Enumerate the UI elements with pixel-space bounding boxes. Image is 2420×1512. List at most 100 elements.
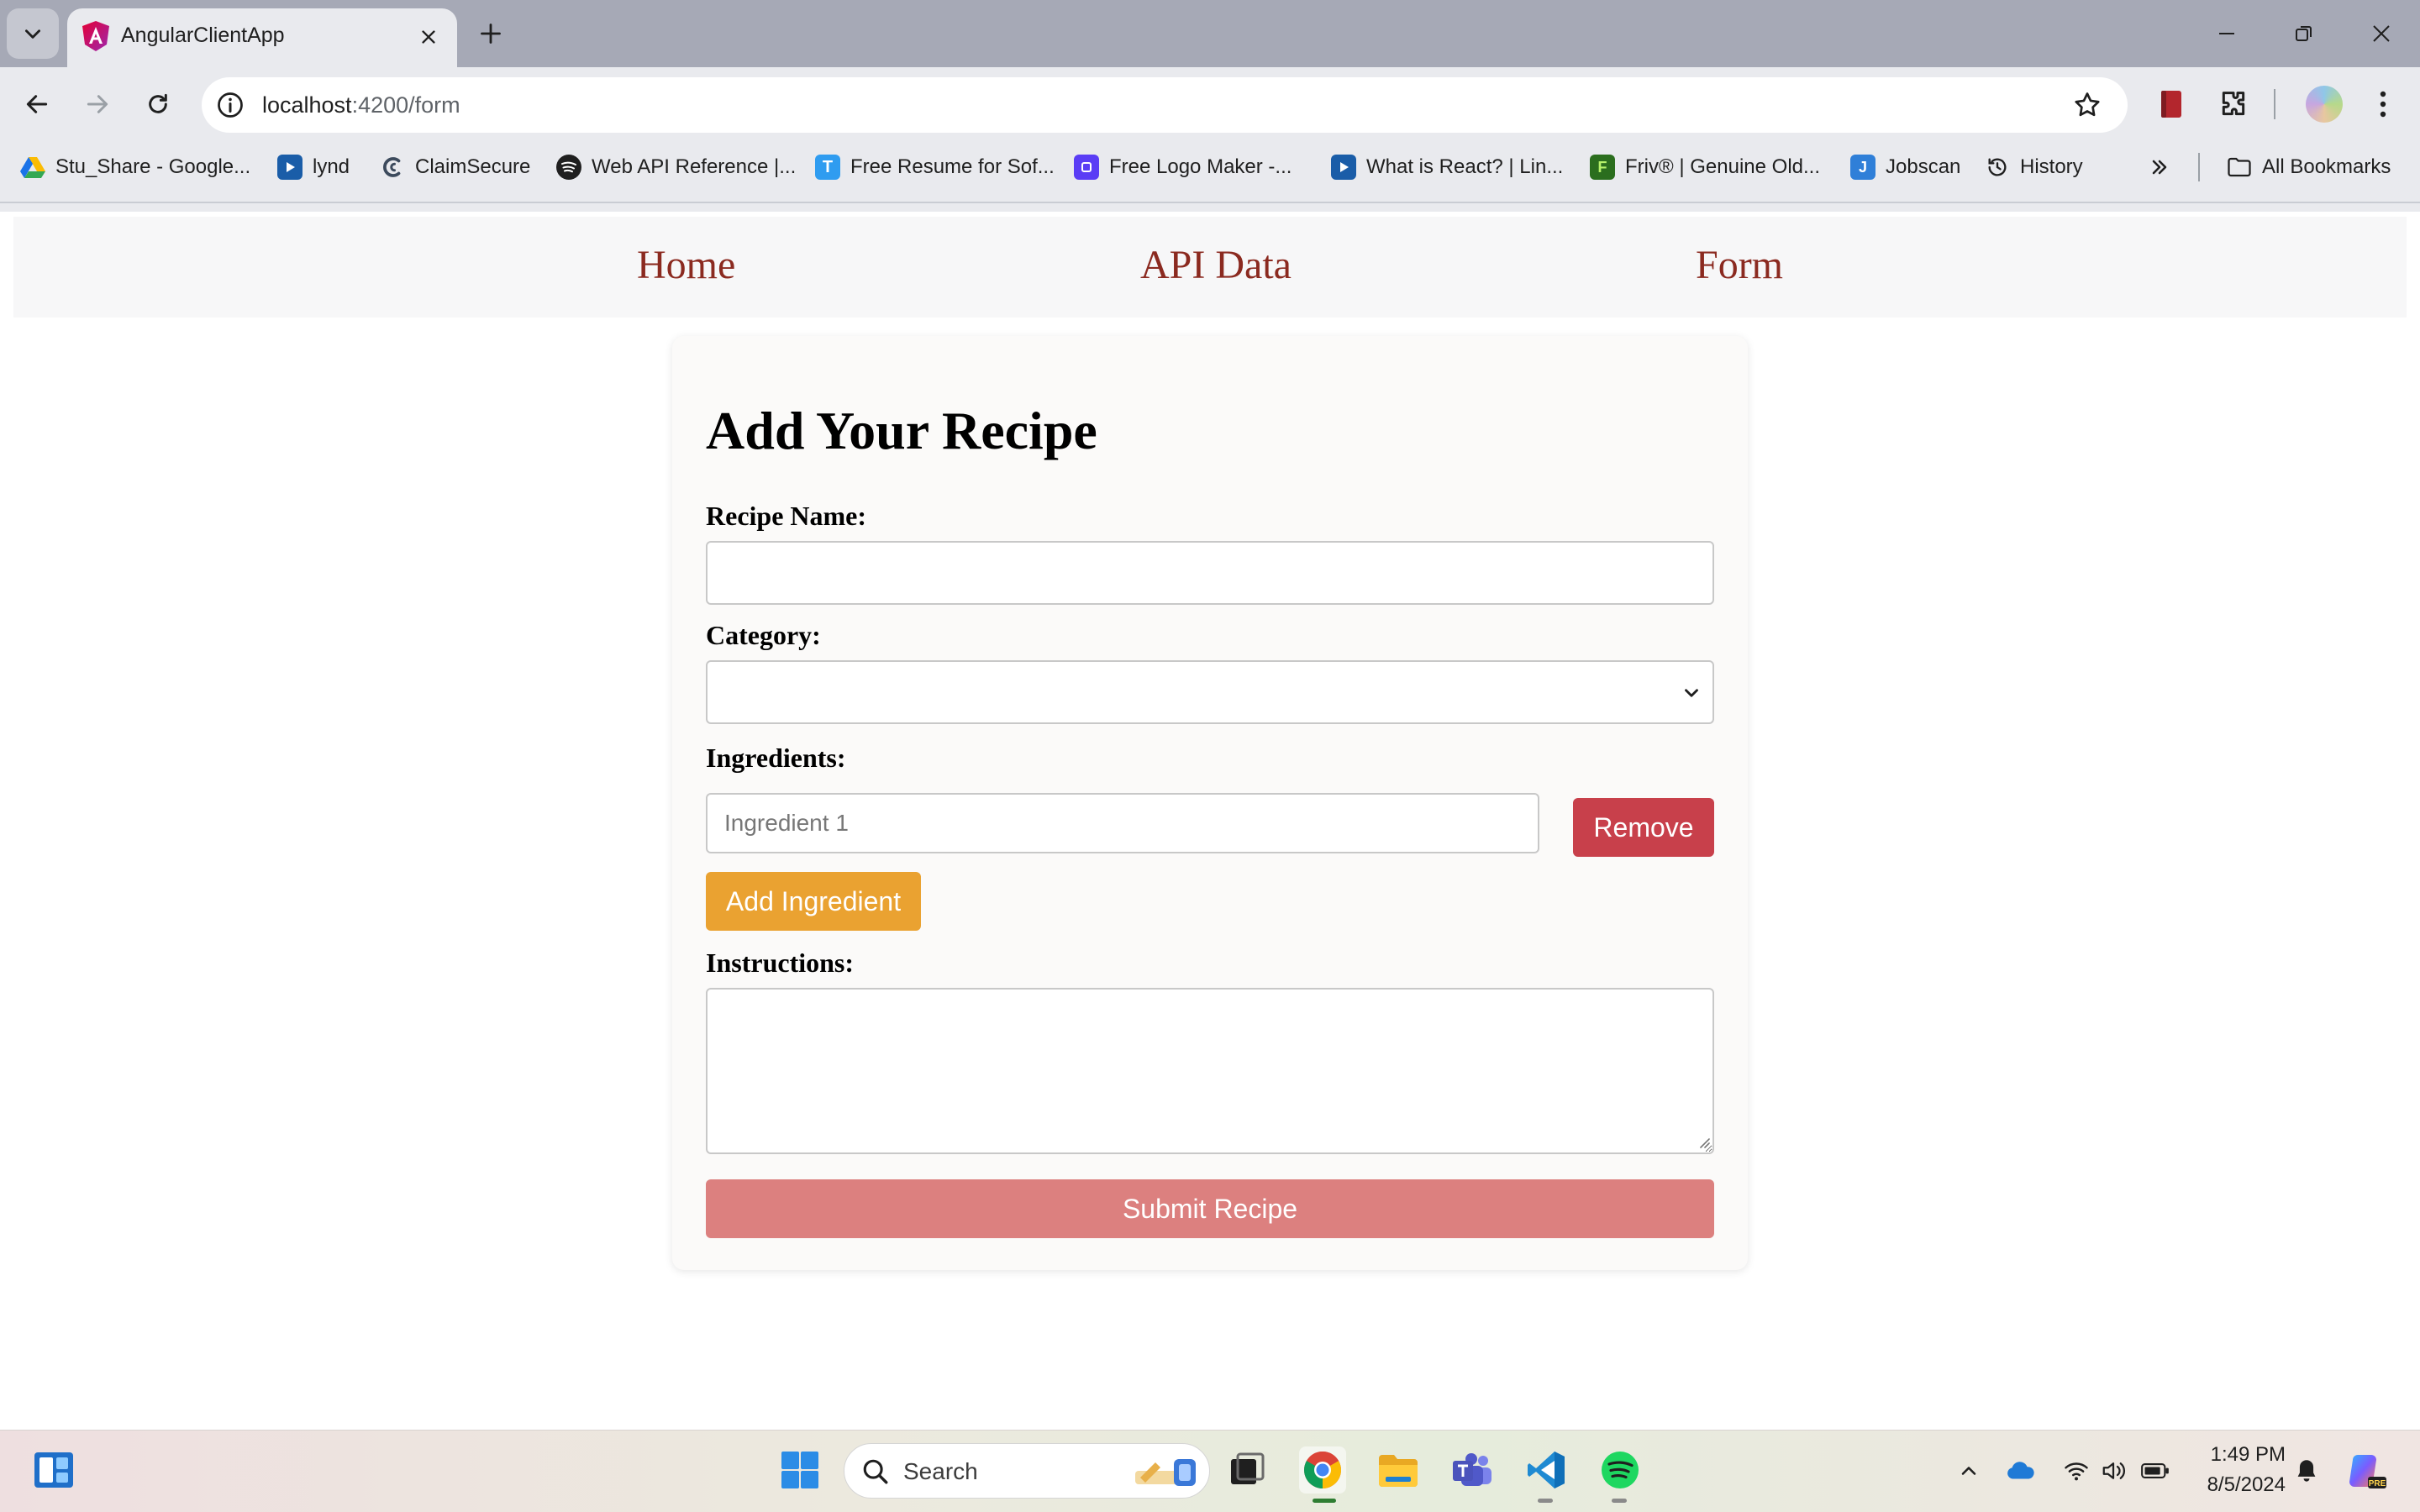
nav-link-form[interactable]: Form — [1696, 242, 1783, 288]
chevron-down-icon — [25, 29, 40, 39]
extension-book-icon[interactable] — [2156, 87, 2186, 121]
notification-bell-icon[interactable] — [2292, 1457, 2321, 1485]
submit-recipe-button[interactable]: Submit Recipe — [706, 1179, 1714, 1238]
file-explorer-icon[interactable] — [1375, 1446, 1422, 1494]
history-icon — [1985, 155, 2010, 180]
svg-text:PRE: PRE — [2369, 1479, 2386, 1488]
volume-icon[interactable] — [2099, 1457, 2128, 1485]
spotify-running-indicator — [1612, 1499, 1627, 1503]
instructions-label: Instructions: — [706, 948, 855, 978]
friv-icon: F — [1590, 155, 1615, 180]
taskbar-search-box[interactable]: Search — [844, 1443, 1210, 1499]
video-icon — [1331, 155, 1356, 180]
bookmark-free-resume[interactable]: T Free Resume for Sof... — [815, 148, 1055, 186]
bookmark-label: Web API Reference |... — [592, 155, 797, 178]
instructions-textarea[interactable] — [706, 988, 1714, 1154]
remove-ingredient-button[interactable]: Remove — [1573, 798, 1714, 857]
close-icon — [422, 30, 435, 44]
new-tab-button[interactable] — [474, 17, 508, 50]
form-title: Add Your Recipe — [706, 401, 1097, 460]
toolbar-divider — [2274, 89, 2275, 119]
bookmark-web-api-reference[interactable]: Web API Reference |... — [556, 148, 796, 186]
video-icon — [277, 155, 302, 180]
resize-grip-icon[interactable] — [1696, 1134, 1711, 1149]
wifi-icon[interactable] — [2062, 1457, 2091, 1485]
resume-icon: T — [815, 155, 840, 180]
windows-taskbar — [0, 1430, 2420, 1512]
task-view-icon[interactable] — [1223, 1446, 1270, 1494]
recipe-name-label: Recipe Name: — [706, 501, 867, 531]
plus-icon — [481, 24, 501, 44]
angular-icon — [82, 21, 109, 51]
bookmarks-bar: Stu_Share - Google... lynd ClaimSecure W… — [0, 148, 2420, 186]
tray-overflow-button[interactable] — [1954, 1457, 1983, 1485]
bookmark-what-is-react[interactable]: What is React? | Lin... — [1331, 148, 1563, 186]
nav-link-api-data[interactable]: API Data — [1140, 242, 1292, 288]
bookmark-label: ClaimSecure — [415, 155, 531, 178]
bookmark-claimsecure[interactable]: ClaimSecure — [380, 148, 530, 186]
chevron-up-icon — [1961, 1467, 1976, 1475]
more-bookmarks-button[interactable] — [2148, 148, 2171, 186]
bookmark-history[interactable]: History — [1985, 148, 2083, 186]
logo-maker-icon — [1074, 155, 1099, 180]
ingredient-1-input[interactable] — [706, 793, 1539, 853]
bookmarks-divider — [2198, 153, 2200, 181]
bookmark-label: Friv® | Genuine Old... — [1625, 155, 1820, 178]
taskbar-chrome-icon[interactable] — [1299, 1446, 1346, 1494]
bookmark-lynd[interactable]: lynd — [277, 148, 350, 186]
reload-button[interactable] — [138, 84, 178, 124]
restore-window-button[interactable] — [2279, 13, 2329, 54]
bookmark-label: Stu_Share - Google... — [55, 155, 251, 178]
clock-date: 8/5/2024 — [2207, 1473, 2286, 1496]
start-windows-icon[interactable] — [776, 1446, 823, 1494]
onedrive-icon[interactable] — [2007, 1457, 2035, 1485]
bookmark-friv[interactable]: F Friv® | Genuine Old... — [1590, 148, 1820, 186]
vscode-running-indicator — [1538, 1499, 1553, 1503]
copilot-icon[interactable]: PRE — [2346, 1450, 2388, 1492]
site-info-icon[interactable] — [215, 90, 245, 120]
star-icon[interactable] — [2072, 90, 2102, 120]
extensions-puzzle-icon[interactable] — [2217, 87, 2250, 121]
restore-icon — [2296, 26, 2312, 41]
widgets-icon[interactable] — [30, 1446, 77, 1494]
close-window-button[interactable] — [2356, 13, 2407, 54]
profile-avatar[interactable] — [2306, 86, 2343, 123]
category-select-wrapper — [706, 660, 1714, 724]
address-bar[interactable]: localhost:4200/form — [202, 77, 2128, 133]
more-vertical-icon — [2380, 91, 2386, 118]
back-button[interactable] — [17, 84, 57, 124]
bookmark-label: Free Resume for Sof... — [850, 155, 1055, 178]
bookmark-jobscan[interactable]: J Jobscan — [1850, 148, 1960, 186]
tab-search-button[interactable] — [7, 8, 59, 59]
folder-icon — [2227, 155, 2252, 180]
forward-button[interactable] — [77, 84, 118, 124]
bookmark-label: Jobscan — [1886, 155, 1961, 178]
category-select[interactable] — [706, 660, 1714, 724]
double-chevron-right-icon — [2152, 160, 2167, 175]
chevron-down-icon — [1685, 689, 1698, 697]
reload-icon — [149, 93, 167, 113]
recipe-name-input[interactable] — [706, 541, 1714, 605]
taskbar-search-placeholder: Search — [903, 1458, 978, 1484]
minimize-window-button[interactable] — [2202, 13, 2252, 54]
browser-menu-button[interactable] — [2370, 87, 2396, 121]
battery-icon[interactable] — [2141, 1457, 2170, 1485]
bookmark-stu-share[interactable]: Stu_Share - Google... — [20, 148, 250, 186]
nav-link-home[interactable]: Home — [637, 242, 735, 288]
taskbar-clock[interactable]: 1:49 PM 8/5/2024 — [2185, 1440, 2286, 1500]
teams-icon[interactable] — [1449, 1446, 1496, 1494]
jobscan-icon: J — [1850, 155, 1876, 180]
bookmark-label: What is React? | Lin... — [1366, 155, 1564, 178]
add-ingredient-button[interactable]: Add Ingredient — [706, 872, 921, 931]
bookmark-free-logo-maker[interactable]: Free Logo Maker -... — [1074, 148, 1292, 186]
spotify-taskbar-icon[interactable] — [1597, 1446, 1644, 1494]
url-text: localhost:4200/form — [262, 92, 460, 118]
url-path: :4200/form — [351, 92, 460, 118]
category-label: Category: — [706, 620, 821, 650]
tab-close-button[interactable] — [413, 22, 444, 52]
all-bookmarks-button[interactable]: All Bookmarks — [2227, 148, 2391, 186]
spotify-icon — [556, 155, 581, 180]
vscode-icon[interactable] — [1523, 1446, 1570, 1494]
browser-tab-active[interactable]: AngularClientApp — [67, 8, 457, 67]
search-icon — [863, 1459, 888, 1484]
